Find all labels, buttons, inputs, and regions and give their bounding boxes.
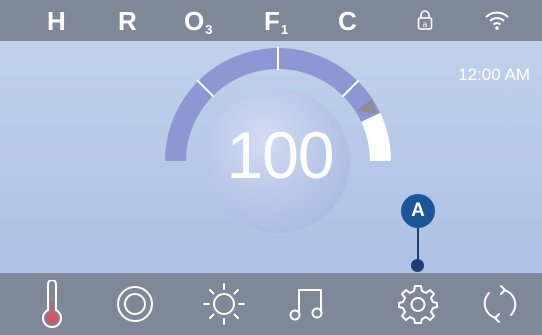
settings-button[interactable] [378, 273, 458, 335]
temperature-button[interactable] [12, 273, 92, 335]
bottom-nav [0, 273, 542, 335]
temperature-value: 100 [226, 118, 334, 192]
mode-button[interactable] [460, 273, 540, 335]
callout-line [417, 222, 419, 263]
gear-icon [398, 285, 438, 324]
gauge-empty [361, 112, 391, 161]
light-button[interactable] [184, 273, 264, 335]
thermometer-icon [42, 280, 62, 328]
jets-button[interactable] [95, 273, 175, 335]
sun-icon [203, 283, 245, 325]
target-icon [117, 286, 153, 322]
callout-dot [411, 259, 424, 272]
music-button[interactable] [268, 273, 348, 335]
music-note-icon [289, 289, 323, 321]
callout-badge: A [401, 194, 435, 228]
refresh-icon [483, 285, 517, 323]
